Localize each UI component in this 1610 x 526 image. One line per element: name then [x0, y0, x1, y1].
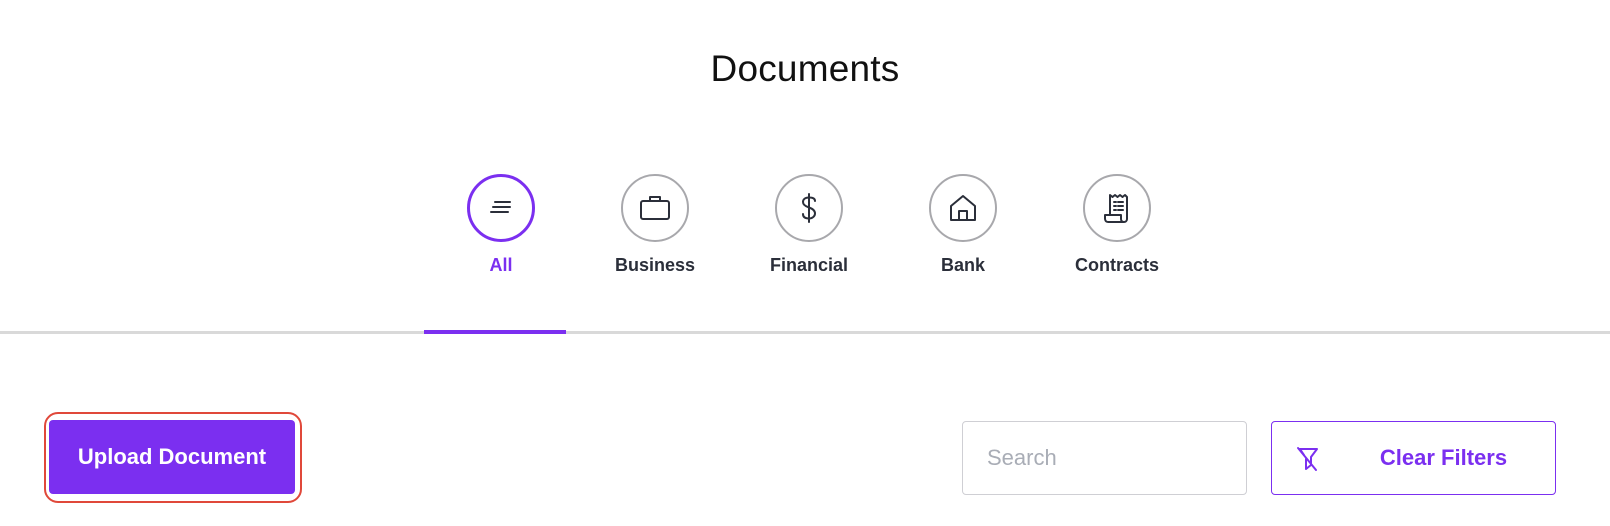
tab-financial-label: Financial	[769, 255, 849, 275]
dollar-icon	[801, 193, 817, 223]
upload-document-button[interactable]: Upload Document	[49, 420, 295, 494]
tab-all-circle[interactable]	[467, 174, 535, 242]
receipt-icon	[1104, 194, 1128, 223]
tab-bank[interactable]: Bank	[886, 174, 1040, 276]
house-icon	[950, 195, 976, 221]
documents-page: Documents All Business Financial Bank Co…	[0, 0, 1610, 526]
search-input[interactable]	[962, 421, 1247, 495]
tabs-divider	[0, 331, 1610, 334]
tab-business-label: Business	[614, 255, 696, 275]
tab-contracts-label: Contracts	[1074, 255, 1159, 275]
tab-all[interactable]: All	[424, 174, 578, 276]
tab-contracts-circle[interactable]	[1083, 174, 1151, 242]
tab-business[interactable]: Business	[578, 174, 732, 276]
tab-contracts[interactable]: Contracts	[1040, 174, 1194, 276]
lines-icon	[490, 201, 511, 213]
category-tabs: All Business Financial Bank Contracts	[424, 174, 1194, 276]
page-title: Documents	[710, 48, 900, 89]
tab-bank-circle[interactable]	[929, 174, 997, 242]
clear-filters-label: Clear Filters	[1379, 445, 1508, 470]
active-tab-indicator	[424, 330, 566, 334]
tab-financial[interactable]: Financial	[732, 174, 886, 276]
tab-all-label: All	[489, 255, 513, 275]
briefcase-icon	[640, 196, 670, 220]
tab-business-circle[interactable]	[621, 174, 689, 242]
tab-financial-circle[interactable]	[775, 174, 843, 242]
tab-bank-label: Bank	[940, 255, 985, 275]
clear-filters-button[interactable]: Clear Filters	[1271, 421, 1556, 495]
